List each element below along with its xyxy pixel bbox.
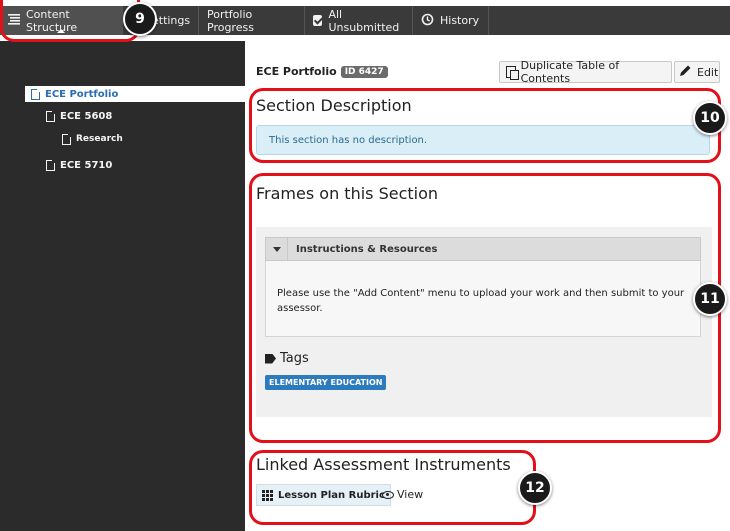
button-label: Duplicate Table of Contents bbox=[520, 59, 620, 85]
tab-label: All Unsubmitted bbox=[328, 7, 400, 34]
tree-item-research[interactable]: Research bbox=[62, 131, 123, 147]
document-icon bbox=[31, 88, 40, 100]
callout-outline-content-structure bbox=[0, 0, 140, 42]
tree-item-label: ECE Portfolio bbox=[45, 88, 119, 100]
tree-item-label: ECE 5710 bbox=[60, 159, 113, 171]
callout-badge-10: 10 bbox=[693, 101, 727, 135]
callout-badge-12: 12 bbox=[518, 471, 552, 505]
id-badge: ID 6427 bbox=[340, 65, 388, 78]
callout-outline-section-description bbox=[249, 88, 721, 163]
duplicate-toc-button[interactable]: Duplicate Table of Contents bbox=[499, 59, 672, 85]
edit-button[interactable]: Edit bbox=[674, 61, 720, 83]
history-icon bbox=[421, 13, 434, 29]
tab-label: Portfolio Progress bbox=[207, 7, 254, 34]
tab-all-unsubmitted[interactable]: All Unsubmitted bbox=[305, 6, 413, 35]
tab-portfolio-progress[interactable]: Portfolio Progress bbox=[199, 6, 305, 35]
checkbox-icon bbox=[313, 15, 323, 26]
document-icon bbox=[46, 110, 55, 122]
callout-badge-9: 9 bbox=[123, 2, 157, 36]
tree-item-label: Research bbox=[76, 134, 123, 144]
pencil-icon bbox=[679, 64, 692, 80]
portfolio-title: ECE Portfolio ID 6427 bbox=[256, 65, 388, 78]
button-label: Edit bbox=[697, 65, 719, 79]
callout-badge-11: 11 bbox=[693, 282, 727, 316]
portfolio-name: ECE Portfolio bbox=[256, 65, 337, 78]
callout-outline-frames bbox=[249, 173, 721, 443]
tab-history[interactable]: History bbox=[413, 6, 489, 35]
document-icon bbox=[62, 133, 71, 145]
tree-item-ece-5608[interactable]: ECE 5608 bbox=[46, 108, 112, 124]
document-icon bbox=[46, 159, 55, 171]
tree-item-label: ECE 5608 bbox=[60, 110, 113, 122]
tree-item-ece-portfolio[interactable]: ECE Portfolio bbox=[25, 86, 245, 102]
content-tree-sidebar: ECE Portfolio ECE 5608 Research ECE 5710 bbox=[0, 41, 245, 531]
tab-label: History bbox=[440, 14, 480, 27]
callout-outline-linked bbox=[249, 450, 536, 525]
tree-item-ece-5710[interactable]: ECE 5710 bbox=[46, 157, 112, 173]
copy-icon bbox=[506, 66, 519, 80]
